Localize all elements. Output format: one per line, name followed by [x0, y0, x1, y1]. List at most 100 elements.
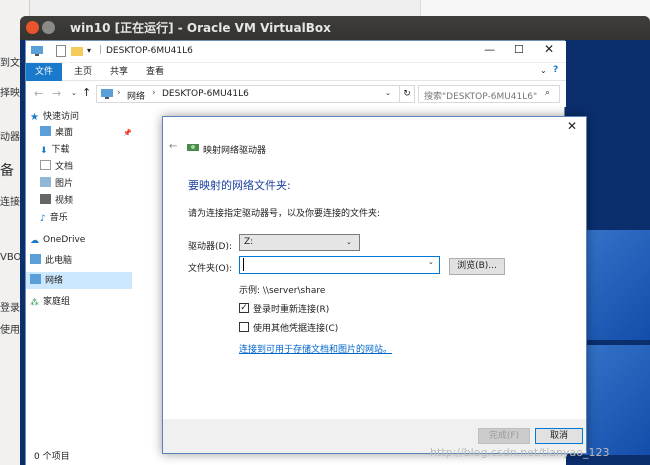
- cloud-icon: ☁: [30, 236, 39, 246]
- properties-icon[interactable]: [56, 45, 66, 57]
- search-input[interactable]: 搜索"DESKTOP-6MU41L6" ⌕: [418, 85, 560, 103]
- nav-item-downloads[interactable]: ⬇ 下载: [40, 142, 70, 158]
- close-icon[interactable]: ✕: [544, 42, 554, 56]
- computer-icon: [30, 254, 41, 264]
- folder-label: 文件夹(O):: [188, 264, 233, 274]
- check-icon: ✓: [240, 303, 248, 313]
- nav-item-documents[interactable]: 文档: [40, 159, 73, 175]
- title-separator: |: [99, 45, 103, 55]
- address-dropdown-icon[interactable]: ⌄: [385, 89, 391, 97]
- nav-item-videos[interactable]: 视频: [40, 193, 73, 209]
- nav-homegroup[interactable]: ⁂ 家庭组: [30, 294, 70, 310]
- nav-this-pc[interactable]: 此电脑: [30, 253, 72, 269]
- nav-item-pictures[interactable]: 图片: [40, 176, 73, 192]
- dialog-title: 映射网络驱动器: [203, 146, 267, 156]
- network-icon: [30, 274, 41, 284]
- close-icon[interactable]: ✕: [567, 119, 577, 133]
- nav-label: OneDrive: [43, 235, 86, 245]
- search-placeholder: 搜索"DESKTOP-6MU41L6": [424, 92, 538, 102]
- example-text: 示例: \\server\share: [239, 286, 326, 296]
- document-icon: [40, 160, 51, 170]
- breadcrumb-network[interactable]: 网络: [127, 89, 145, 102]
- back-icon[interactable]: ←: [169, 141, 177, 152]
- network-drive-icon: [187, 144, 199, 151]
- finish-button[interactable]: 完成(F): [478, 428, 530, 444]
- tab-view[interactable]: 查看: [140, 63, 170, 81]
- nav-label: 下载: [51, 145, 70, 155]
- windows-logo-pane: [580, 230, 650, 340]
- folder-input[interactable]: ⌄: [239, 256, 440, 274]
- recent-locations-icon[interactable]: ⌄: [71, 89, 77, 97]
- map-network-drive-dialog: ✕ ← 映射网络驱动器 要映射的网络文件夹: 请为连接指定驱动器号，以及你要连接…: [162, 116, 587, 454]
- item-count: 0 个项目: [34, 452, 70, 462]
- refresh-button[interactable]: ↻: [399, 85, 415, 103]
- ribbon-expand-icon[interactable]: ⌄: [540, 66, 547, 75]
- video-icon: [40, 194, 51, 204]
- reconnect-label[interactable]: 登录时重新连接(R): [253, 302, 329, 315]
- pictures-icon: [40, 177, 51, 187]
- virtualbox-titlebar[interactable]: win10 [正在运行] - Oracle VM VirtualBox: [20, 16, 650, 40]
- drive-value: Z:: [244, 237, 254, 247]
- homegroup-icon: ⁂: [30, 298, 39, 308]
- refresh-icon: ↻: [403, 89, 411, 99]
- nav-label: 音乐: [49, 213, 68, 223]
- tab-share[interactable]: 共享: [104, 63, 134, 81]
- nav-network[interactable]: 网络: [30, 273, 63, 289]
- new-folder-icon[interactable]: [71, 45, 83, 56]
- browse-button[interactable]: 浏览(B)...: [449, 258, 505, 275]
- nav-label: 此电脑: [45, 256, 73, 266]
- web-storage-link[interactable]: 连接到可用于存储文档和图片的网站。: [239, 342, 392, 355]
- star-icon: ★: [30, 112, 39, 123]
- nav-label: 图片: [55, 179, 74, 189]
- other-credentials-checkbox[interactable]: [239, 322, 249, 332]
- nav-item-desktop[interactable]: 桌面: [40, 125, 73, 141]
- desktop-icon: [40, 126, 51, 136]
- drive-select[interactable]: Z: ⌄: [239, 234, 360, 251]
- close-icon[interactable]: [26, 21, 39, 34]
- ribbon-tabs: 文件 主页 共享 查看 ⌄ ?: [26, 63, 566, 81]
- nav-quick-access[interactable]: ★ 快速访问: [30, 109, 79, 125]
- cancel-button[interactable]: 取消: [535, 428, 583, 444]
- minimize-icon[interactable]: —: [484, 43, 495, 56]
- nav-label: 视频: [55, 196, 74, 206]
- quick-access-toolbar-dropdown-icon[interactable]: ▾: [87, 46, 91, 55]
- help-icon[interactable]: ?: [553, 65, 558, 75]
- nav-onedrive[interactable]: ☁ OneDrive: [30, 232, 85, 248]
- explorer-titlebar[interactable]: ▾ | DESKTOP-6MU41L6 — ☐ ✕: [26, 41, 566, 63]
- maximize-icon[interactable]: ☐: [514, 43, 524, 56]
- computer-icon: [31, 46, 43, 56]
- text-cursor: [243, 258, 244, 271]
- address-input[interactable]: › 网络 › DESKTOP-6MU41L6 ⌄: [96, 85, 413, 103]
- windows-logo-pane: [580, 345, 650, 455]
- nav-label: 家庭组: [43, 297, 71, 307]
- drive-label: 驱动器(D):: [188, 242, 232, 252]
- dialog-heading: 要映射的网络文件夹:: [188, 179, 291, 192]
- download-icon: ⬇: [40, 146, 48, 156]
- watermark: http://blog.csdn.net/tianyao_123: [430, 446, 610, 459]
- address-bar-row: ← → ⌄ ↑ › 网络 › DESKTOP-6MU41L6 ⌄ ↻ 搜索"DE…: [26, 81, 566, 107]
- tab-file[interactable]: 文件: [26, 63, 62, 81]
- other-credentials-label[interactable]: 使用其他凭据连接(C): [253, 321, 338, 334]
- chevron-right-icon: ›: [152, 88, 156, 98]
- forward-icon[interactable]: →: [52, 87, 61, 100]
- nav-item-music[interactable]: ♪ 音乐: [40, 210, 68, 226]
- nav-label: 网络: [45, 276, 64, 286]
- chevron-down-icon: ⌄: [346, 238, 352, 246]
- reconnect-checkbox[interactable]: ✓: [239, 303, 249, 313]
- minimize-icon[interactable]: [42, 21, 55, 34]
- back-icon[interactable]: ←: [34, 87, 43, 100]
- search-icon: ⌕: [545, 88, 551, 98]
- tab-home[interactable]: 主页: [68, 63, 98, 81]
- chevron-right-icon: ›: [117, 88, 121, 98]
- music-icon: ♪: [40, 214, 46, 224]
- breadcrumb-computer[interactable]: DESKTOP-6MU41L6: [162, 89, 249, 99]
- guest-desktop: ▾ | DESKTOP-6MU41L6 — ☐ ✕ 文件 主页 共享 查看 ⌄ …: [20, 40, 650, 465]
- nav-label: 桌面: [55, 128, 74, 138]
- dialog-instructions: 请为连接指定驱动器号，以及你要连接的文件夹:: [188, 209, 381, 219]
- pin-icon: 📌: [123, 129, 132, 137]
- up-icon[interactable]: ↑: [82, 86, 91, 99]
- window-title: win10 [正在运行] - Oracle VM VirtualBox: [70, 21, 331, 35]
- network-icon: [101, 89, 113, 99]
- nav-label: 快速访问: [42, 112, 79, 122]
- chevron-down-icon[interactable]: ⌄: [428, 258, 434, 266]
